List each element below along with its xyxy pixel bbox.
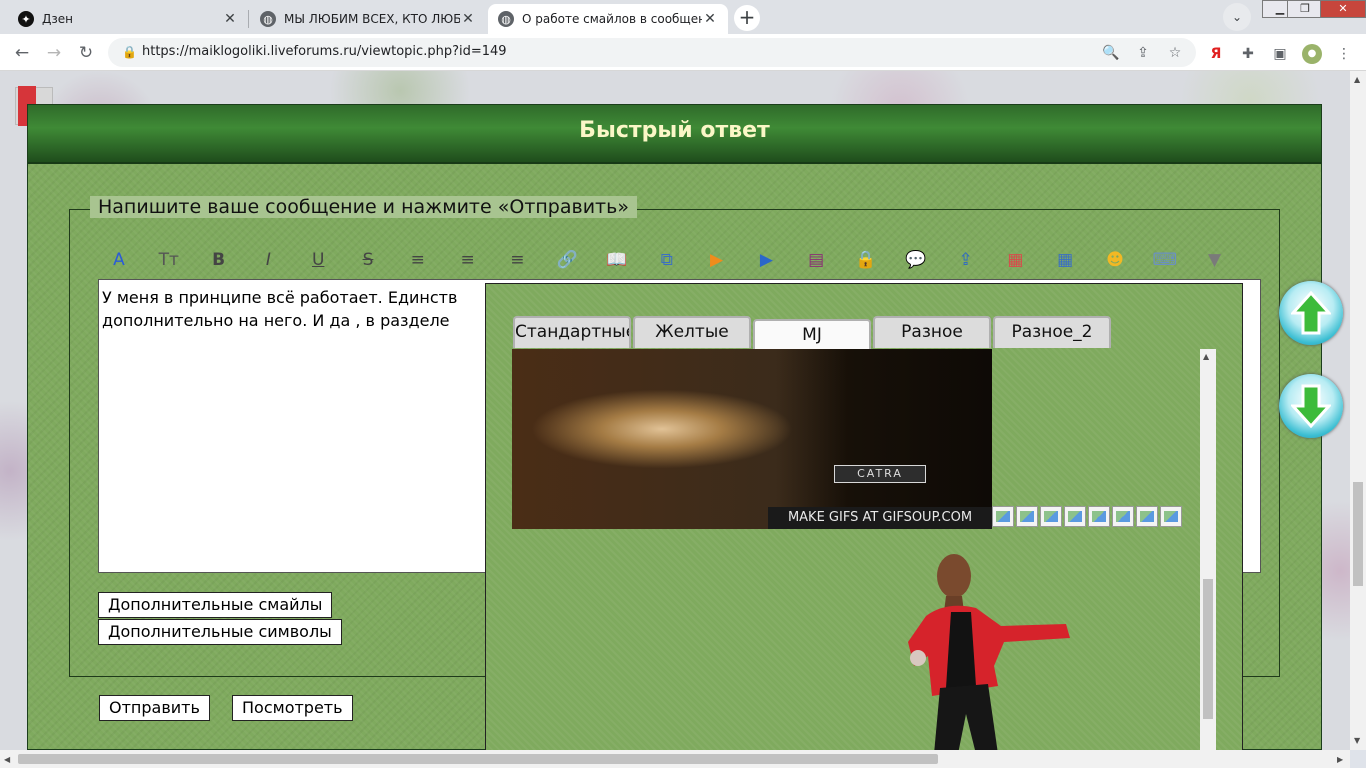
scroll-down-arrow-icon[interactable]: ▼ bbox=[1354, 736, 1360, 745]
editor-toolbar: A Tт B I U S ≡ ≡ ≡ 🔗 📖 ⧉ ▶ ▶ ▤ 🔒 💬 ⇪ ▦ ▦ ☻ ⌨ ▼ bbox=[106, 248, 1236, 274]
more-arrow-icon[interactable]: ▼ bbox=[1202, 248, 1228, 272]
broken-image-icon[interactable] bbox=[1088, 506, 1110, 527]
scroll-bottom-button[interactable] bbox=[1279, 374, 1343, 438]
broken-image-icon[interactable] bbox=[1136, 506, 1158, 527]
table-icon[interactable]: ▦ bbox=[1052, 248, 1078, 272]
align-left-icon[interactable]: ≡ bbox=[405, 248, 431, 272]
smiley-icon[interactable]: ☻ bbox=[1102, 248, 1128, 272]
align-right-icon[interactable]: ≡ bbox=[504, 248, 530, 272]
window-close-button[interactable]: ✕ bbox=[1320, 0, 1366, 18]
new-tab-button[interactable]: + bbox=[734, 5, 760, 31]
extensions-puzzle-icon[interactable]: ✚ bbox=[1238, 44, 1258, 64]
mj-gif-smiley[interactable]: CATRA MAKE GIFS AT GIFSOUP.COM bbox=[512, 349, 992, 529]
tab-title: Дзен bbox=[42, 12, 73, 26]
profile-avatar[interactable]: ● bbox=[1302, 44, 1322, 64]
address-bar[interactable]: 🔒 https://maiklogoliki.liveforums.ru/vie… bbox=[108, 38, 1196, 67]
close-tab-icon[interactable]: ✕ bbox=[702, 11, 718, 27]
scroll-up-arrow-icon[interactable]: ▲ bbox=[1203, 352, 1209, 361]
play-blue-icon[interactable]: ▶ bbox=[753, 248, 779, 272]
browser-toolbar: ← → ↻ 🔒 https://maiklogoliki.liveforums.… bbox=[0, 34, 1366, 71]
align-center-icon[interactable]: ≡ bbox=[455, 248, 481, 272]
tab-mj-forum[interactable]: ◍ МЫ ЛЮБИМ ВСЕХ, КТО ЛЮБИТ ✕ bbox=[250, 4, 486, 34]
broken-image-icon[interactable] bbox=[992, 506, 1014, 527]
font-icon[interactable]: A bbox=[106, 248, 132, 272]
url-text[interactable]: https://maiklogoliki.liveforums.ru/viewt… bbox=[142, 44, 507, 59]
scroll-left-arrow-icon[interactable]: ◀ bbox=[4, 755, 10, 764]
page-horizontal-scrollbar[interactable]: ◀ ▶ bbox=[0, 750, 1350, 768]
scroll-up-arrow-icon[interactable]: ▲ bbox=[1354, 75, 1360, 84]
side-panel-icon[interactable]: ▣ bbox=[1270, 44, 1290, 64]
close-tab-icon[interactable]: ✕ bbox=[460, 11, 476, 27]
gif-caption: MAKE GIFS AT GIFSOUP.COM bbox=[768, 507, 992, 529]
page-content: Быстрый ответ Напишите ваше сообщение и … bbox=[0, 71, 1350, 750]
arrow-down-icon bbox=[1291, 384, 1331, 428]
globe-icon: ◍ bbox=[498, 11, 514, 27]
preview-button[interactable]: Посмотреть bbox=[232, 695, 353, 721]
bold-icon[interactable]: B bbox=[206, 248, 232, 272]
globe-icon: ◍ bbox=[260, 11, 276, 27]
scroll-top-button[interactable] bbox=[1279, 281, 1343, 345]
yandex-icon[interactable]: Я bbox=[1206, 44, 1226, 64]
tab-dzen[interactable]: ✦ Дзен ✕ bbox=[8, 4, 248, 34]
strikethrough-icon[interactable]: S bbox=[355, 248, 381, 272]
play-orange-icon[interactable]: ▶ bbox=[704, 248, 730, 272]
quick-reply-panel: Быстрый ответ Напишите ваше сообщение и … bbox=[27, 104, 1322, 750]
scrollbar-thumb[interactable] bbox=[1203, 579, 1213, 719]
tab-misc-2[interactable]: Разное_2 bbox=[993, 316, 1111, 348]
scrollbar-thumb[interactable] bbox=[18, 754, 938, 764]
copy-icon[interactable]: ⧉ bbox=[654, 248, 680, 272]
send-button[interactable]: Отправить bbox=[99, 695, 210, 721]
italic-icon[interactable]: I bbox=[255, 248, 281, 272]
dancing-man-smiley[interactable] bbox=[906, 546, 1076, 750]
tab-mj[interactable]: MJ bbox=[753, 319, 871, 351]
book-icon[interactable]: 📖 bbox=[604, 248, 630, 272]
smiley-popup: Стандартные Желтые MJ Разное Разное_2 CA… bbox=[485, 283, 1243, 750]
speech-bubble-icon[interactable]: 💬 bbox=[903, 248, 929, 272]
upload-icon[interactable]: ⇪ bbox=[953, 248, 979, 272]
font-size-icon[interactable]: Tт bbox=[156, 248, 182, 272]
scrollbar-thumb[interactable] bbox=[1353, 482, 1363, 586]
broken-image-icon[interactable] bbox=[1160, 506, 1182, 527]
underline-icon[interactable]: U bbox=[305, 248, 331, 272]
tab-standard[interactable]: Стандартные bbox=[513, 316, 631, 348]
zoom-icon[interactable]: 🔍 bbox=[1101, 43, 1121, 63]
broken-image-icon[interactable] bbox=[1064, 506, 1086, 527]
broken-image-icon[interactable] bbox=[1016, 506, 1038, 527]
color-palette-icon[interactable]: ▦ bbox=[1002, 248, 1028, 272]
extra-smileys-button[interactable]: Дополнительные смайлы bbox=[98, 592, 333, 618]
quick-reply-heading: Быстрый ответ bbox=[28, 105, 1321, 164]
broken-image-icon[interactable] bbox=[1040, 506, 1062, 527]
tab-misc[interactable]: Разное bbox=[873, 316, 991, 348]
maximize-button[interactable]: ❐ bbox=[1287, 0, 1323, 18]
scroll-right-arrow-icon[interactable]: ▶ bbox=[1337, 755, 1343, 764]
link-icon[interactable]: 🔗 bbox=[554, 248, 580, 272]
arrow-up-icon bbox=[1291, 291, 1331, 335]
reply-legend: Напишите ваше сообщение и нажмите «Отпра… bbox=[90, 196, 637, 218]
bookmark-star-icon[interactable]: ☆ bbox=[1165, 43, 1185, 63]
tab-separator bbox=[248, 10, 249, 28]
tab-search-chevron-icon[interactable]: ⌄ bbox=[1223, 3, 1251, 31]
broken-image-icon[interactable] bbox=[1112, 506, 1134, 527]
extra-symbols-button[interactable]: Дополнительные символы bbox=[98, 619, 342, 645]
reload-icon[interactable]: ↻ bbox=[73, 40, 99, 66]
share-icon[interactable]: ⇪ bbox=[1133, 43, 1153, 63]
dzen-icon: ✦ bbox=[18, 11, 34, 27]
tab-smileys-topic[interactable]: ◍ О работе смайлов в сообщени ✕ bbox=[488, 4, 728, 34]
back-arrow-icon[interactable]: ← bbox=[9, 40, 35, 66]
keyboard-icon[interactable]: ⌨ bbox=[1152, 248, 1178, 272]
forward-arrow-icon[interactable]: → bbox=[41, 40, 67, 66]
lock-icon[interactable]: 🔒 bbox=[122, 45, 137, 59]
tab-title: О работе смайлов в сообщени bbox=[522, 12, 702, 26]
smiley-popup-scrollbar[interactable]: ▲ bbox=[1200, 349, 1216, 750]
lock-icon[interactable]: 🔒 bbox=[853, 248, 879, 272]
gif-logo: CATRA bbox=[834, 465, 926, 483]
browser-tab-bar: ✦ Дзен ✕ ◍ МЫ ЛЮБИМ ВСЕХ, КТО ЛЮБИТ ✕ ◍ … bbox=[0, 0, 1366, 34]
menu-kebab-icon[interactable]: ⋮ bbox=[1334, 44, 1354, 64]
page-vertical-scrollbar[interactable]: ▲ ▼ bbox=[1350, 71, 1366, 750]
tab-title: МЫ ЛЮБИМ ВСЕХ, КТО ЛЮБИТ bbox=[284, 12, 460, 26]
tab-yellow[interactable]: Желтые bbox=[633, 316, 751, 348]
archive-icon[interactable]: ▤ bbox=[803, 248, 829, 272]
close-tab-icon[interactable]: ✕ bbox=[222, 11, 238, 27]
